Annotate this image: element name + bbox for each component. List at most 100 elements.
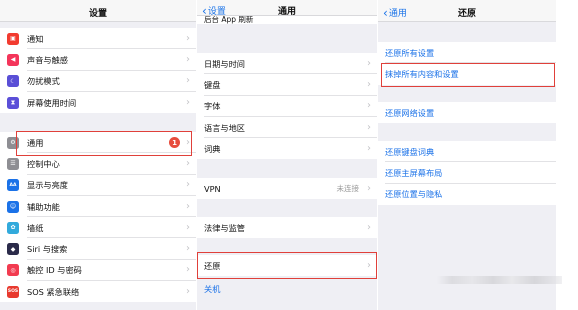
general-group-1: 日期与时间 › 键盘 › 字体 › 语言与地区 › 词典 › (197, 53, 377, 160)
general-group-4: 还原 › (197, 255, 377, 277)
chevron-right-icon: › (367, 100, 371, 112)
settings-item-wallpaper[interactable]: ✿ 墙纸 › (0, 217, 196, 239)
settings-item-touch-id[interactable]: ◎ 触控 ID 与密码 › (0, 260, 196, 282)
display-brightness-icon: AA (7, 179, 19, 192)
general-item-date-time[interactable]: 日期与时间 › (197, 53, 377, 75)
wallpaper-icon: ✿ (7, 221, 19, 234)
erase-all-content-button[interactable]: 抹掉所有内容和设置 (378, 63, 556, 84)
settings-item-display-brightness[interactable]: AA 显示与亮度 › (0, 175, 196, 196)
general-icon: ⚙ (7, 136, 19, 149)
reset-home-screen-button-label: 还原主屏幕布局 (385, 167, 443, 178)
blurred-watermark (437, 276, 562, 284)
chevron-right-icon: › (186, 264, 190, 276)
settings-item-sounds-label: 声音与触感 (27, 54, 68, 65)
settings-item-wallpaper-label: 墙纸 (27, 222, 44, 233)
general-item-reset[interactable]: 还原 › (197, 255, 377, 276)
settings-item-accessibility[interactable]: ☺ 辅助功能 › (0, 196, 196, 218)
settings-group-2: ⚙ 通用 1 › ☰ 控制中心 › AA 显示与亮度 › ☺ 辅助功能 › ✿ 墙纸 › ◆ Siri 与搜索 › ◎… (0, 132, 196, 303)
general-item-dictionary[interactable]: 词典 › (197, 138, 377, 159)
screen-time-icon: ⧗ (7, 96, 19, 109)
reset-navbar: ‹ 通用 还原 (378, 0, 556, 22)
general-item-dictionary-label: 词典 (204, 143, 221, 154)
settings-item-touch-id-label: 触控 ID 与密码 (27, 265, 82, 276)
chevron-right-icon: › (186, 243, 190, 255)
reset-title: 还原 (457, 9, 476, 19)
accessibility-icon: ☺ (7, 200, 19, 213)
chevron-right-icon: › (186, 221, 190, 233)
general-item-fonts-label: 字体 (204, 101, 221, 112)
update-badge: 1 (169, 137, 180, 149)
chevron-right-icon: › (367, 221, 371, 233)
settings-item-sounds[interactable]: ◀ 声音与触感 › (0, 49, 196, 71)
settings-title: 设置 (88, 9, 107, 19)
reset-all-settings-button-label: 还原所有设置 (385, 47, 435, 58)
settings-item-do-not-disturb-label: 勿扰模式 (27, 76, 60, 87)
settings-item-control-center[interactable]: ☰ 控制中心 › (0, 153, 196, 175)
general-item-reset-label: 还原 (204, 260, 221, 271)
general-item-keyboard[interactable]: 键盘 › (197, 74, 377, 96)
chevron-right-icon: › (186, 136, 190, 148)
settings-item-screen-time-label: 屏幕使用时间 (27, 97, 77, 108)
general-item-language-region-label: 语言与地区 (204, 122, 245, 133)
settings-item-do-not-disturb[interactable]: ☾ 勿扰模式 › (0, 71, 196, 92)
general-navbar: ‹ 设置 通用 (197, 0, 377, 17)
chevron-right-icon: › (186, 285, 190, 297)
settings-item-general[interactable]: ⚙ 通用 1 › (0, 132, 196, 154)
notifications-icon: ▣ (7, 32, 19, 45)
settings-item-notifications[interactable]: ▣ 通知 › (0, 28, 196, 50)
general-group-5: 关机 (197, 278, 377, 299)
general-item-vpn[interactable]: VPN 未连接 › (197, 178, 377, 199)
sos-icon: SOS (7, 285, 19, 298)
reset-all-settings-button[interactable]: 还原所有设置 (378, 42, 556, 64)
chevron-right-icon: › (367, 259, 371, 271)
reset-panel: ‹ 通用 还原 还原所有设置抹掉所有内容和设置 还原网络设置 还原键盘词典还原主… (378, 0, 556, 310)
reset-group-1: 还原所有设置抹掉所有内容和设置 (378, 42, 556, 85)
control-center-icon: ☰ (7, 157, 19, 170)
general-item-legal[interactable]: 法律与监管 › (197, 217, 377, 238)
chevron-right-icon: › (367, 57, 371, 69)
reset-home-screen-button[interactable]: 还原主屏幕布局 (378, 162, 556, 184)
settings-item-sos[interactable]: SOS SOS 紧急联络 › (0, 281, 196, 302)
general-group-2: VPN 未连接 › (197, 178, 377, 200)
settings-navbar: 设置 (0, 0, 196, 22)
general-item-keyboard-label: 键盘 (204, 79, 221, 90)
chevron-right-icon: › (186, 96, 190, 108)
chevron-right-icon: › (186, 53, 190, 65)
chevron-right-icon: › (367, 78, 371, 90)
general-item-vpn-label: VPN (204, 183, 221, 194)
settings-item-siri-label: Siri 与搜索 (27, 244, 68, 255)
chevron-right-icon: › (367, 142, 371, 154)
settings-group-1: ▣ 通知 › ◀ 声音与触感 › ☾ 勿扰模式 › ⧗ 屏幕使用时间 › (0, 28, 196, 114)
erase-all-content-button-label: 抹掉所有内容和设置 (385, 68, 459, 79)
reset-location-privacy-button-label: 还原位置与隐私 (385, 189, 443, 200)
reset-keyboard-dictionary-button[interactable]: 还原键盘词典 (378, 141, 556, 163)
general-item-language-region[interactable]: 语言与地区 › (197, 117, 377, 139)
siri-icon: ◆ (7, 243, 19, 256)
reset-network-settings-button-label: 还原网络设置 (385, 107, 435, 118)
general-group-3: 法律与监管 › (197, 217, 377, 239)
shutdown-button[interactable]: 关机 (197, 278, 377, 299)
chevron-right-icon: › (186, 179, 190, 191)
chevron-right-icon: › (367, 182, 371, 194)
general-item-date-time-label: 日期与时间 (204, 58, 245, 69)
general-item-vpn-detail: 未连接 (336, 184, 360, 194)
general-title: 通用 (277, 7, 296, 17)
reset-group-2: 还原网络设置 (378, 102, 556, 124)
chevron-right-icon: › (367, 121, 371, 133)
general-item-fonts[interactable]: 字体 › (197, 96, 377, 117)
settings-item-general-label: 通用 (27, 137, 44, 148)
reset-location-privacy-button[interactable]: 还原位置与隐私 (378, 184, 556, 205)
settings-item-accessibility-label: 辅助功能 (27, 201, 60, 212)
settings-item-sos-label: SOS 紧急联络 (27, 286, 80, 297)
chevron-right-icon: › (186, 200, 190, 212)
shutdown-label: 关机 (204, 283, 221, 294)
chevron-right-icon: › (186, 157, 190, 169)
settings-item-screen-time[interactable]: ⧗ 屏幕使用时间 › (0, 92, 196, 113)
reset-network-settings-button[interactable]: 还原网络设置 (378, 102, 556, 123)
settings-item-siri[interactable]: ◆ Siri 与搜索 › (0, 238, 196, 260)
chevron-right-icon: › (186, 32, 190, 44)
chevron-right-icon: › (186, 75, 190, 87)
sounds-icon: ◀ (7, 53, 19, 66)
do-not-disturb-icon: ☾ (7, 75, 19, 88)
reset-group-3: 还原键盘词典还原主屏幕布局 还原位置与隐私 (378, 141, 556, 205)
